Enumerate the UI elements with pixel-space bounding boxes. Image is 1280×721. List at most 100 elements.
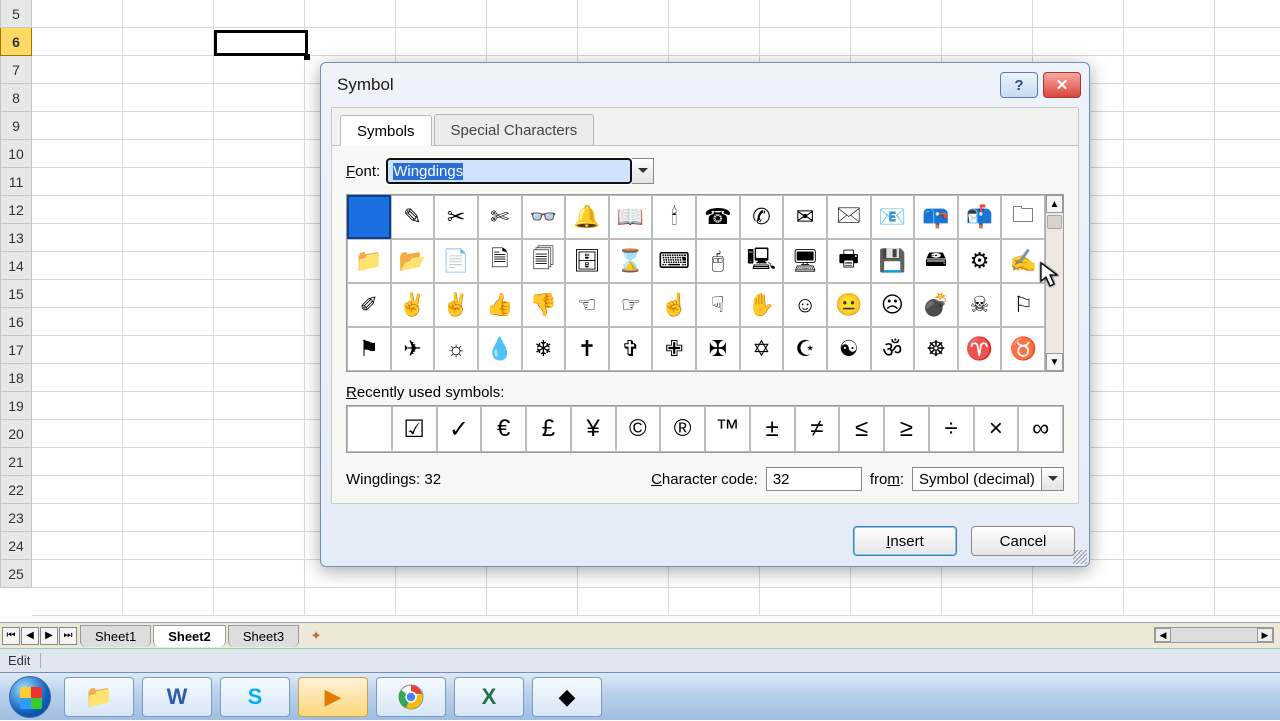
recent-symbol-cell[interactable]: ≥ bbox=[884, 406, 929, 452]
row-header[interactable]: 18 bbox=[0, 364, 32, 392]
row-header[interactable]: 11 bbox=[0, 168, 32, 196]
taskbar-other[interactable]: ◆ bbox=[532, 677, 602, 717]
symbol-cell[interactable]: ☟ bbox=[696, 283, 740, 327]
symbol-cell[interactable]: ✋ bbox=[740, 283, 784, 327]
fill-handle[interactable] bbox=[304, 54, 310, 60]
symbol-cell[interactable]: ✆ bbox=[740, 195, 784, 239]
sheet-nav-prev[interactable]: ◀ bbox=[21, 627, 39, 645]
symbol-cell[interactable]: 🕯 bbox=[652, 195, 696, 239]
symbol-cell[interactable]: ✠ bbox=[696, 327, 740, 371]
symbol-cell[interactable]: ॐ bbox=[871, 327, 915, 371]
symbol-cell[interactable]: ✄ bbox=[478, 195, 522, 239]
dialog-titlebar[interactable]: Symbol ? ✕ bbox=[321, 63, 1089, 107]
symbol-cell[interactable]: ⚙ bbox=[958, 239, 1002, 283]
selected-cell[interactable] bbox=[214, 30, 308, 56]
font-input[interactable] bbox=[386, 158, 632, 184]
new-sheet-button[interactable]: ✦ bbox=[305, 627, 327, 645]
resize-handle[interactable] bbox=[1073, 550, 1087, 564]
from-combo[interactable] bbox=[912, 467, 1064, 491]
font-combo[interactable] bbox=[386, 158, 654, 184]
symbol-cell[interactable]: ✎ bbox=[391, 195, 435, 239]
scroll-up-button[interactable]: ▲ bbox=[1046, 195, 1063, 213]
symbol-cell[interactable]: 💾 bbox=[871, 239, 915, 283]
row-header[interactable]: 7 bbox=[0, 56, 32, 84]
symbol-cell[interactable]: ✈ bbox=[391, 327, 435, 371]
symbol-cell[interactable]: ⚐ bbox=[1001, 283, 1045, 327]
recent-symbol-cell[interactable]: ≠ bbox=[795, 406, 840, 452]
symbol-cell[interactable]: 🖥 bbox=[783, 239, 827, 283]
symbol-cell[interactable]: 👍 bbox=[478, 283, 522, 327]
recent-symbol-cell[interactable]: € bbox=[481, 406, 526, 452]
symbol-cell[interactable]: ✍ bbox=[1001, 239, 1045, 283]
row-header[interactable]: 21 bbox=[0, 448, 32, 476]
row-header[interactable]: 8 bbox=[0, 84, 32, 112]
row-header[interactable]: 10 bbox=[0, 140, 32, 168]
horizontal-scrollbar[interactable]: ◀ ▶ bbox=[1154, 627, 1274, 643]
tab-special-characters[interactable]: Special Characters bbox=[434, 114, 595, 145]
symbol-cell[interactable]: 🖳 bbox=[740, 239, 784, 283]
symbol-cell[interactable]: 🖶 bbox=[827, 239, 871, 283]
recent-symbol-cell[interactable]: ™ bbox=[705, 406, 750, 452]
symbol-cell[interactable]: 📁 bbox=[347, 239, 391, 283]
symbol-cell[interactable]: 📖 bbox=[609, 195, 653, 239]
recent-symbol-cell[interactable]: ® bbox=[660, 406, 705, 452]
from-input[interactable] bbox=[912, 467, 1042, 491]
symbol-cell[interactable]: 🗎 bbox=[478, 239, 522, 283]
symbol-cell[interactable]: 📂 bbox=[391, 239, 435, 283]
sheet-nav-next[interactable]: ▶ bbox=[40, 627, 58, 645]
row-header[interactable]: 19 bbox=[0, 392, 32, 420]
row-header[interactable]: 9 bbox=[0, 112, 32, 140]
symbol-cell[interactable]: 🗐 bbox=[522, 239, 566, 283]
symbol-cell[interactable]: 🗄 bbox=[565, 239, 609, 283]
row-header[interactable]: 12 bbox=[0, 196, 32, 224]
recent-symbol-cell[interactable]: ∞ bbox=[1018, 406, 1063, 452]
symbol-cell[interactable]: 💣 bbox=[914, 283, 958, 327]
row-header[interactable]: 17 bbox=[0, 336, 32, 364]
sheet-tab[interactable]: Sheet3 bbox=[228, 625, 299, 647]
recent-symbol-cell[interactable]: £ bbox=[526, 406, 571, 452]
recent-symbol-cell[interactable] bbox=[347, 406, 392, 452]
taskbar-excel[interactable]: X bbox=[454, 677, 524, 717]
symbol-cell[interactable]: 🖰 bbox=[696, 239, 740, 283]
symbol-cell[interactable]: ✐ bbox=[347, 283, 391, 327]
close-button[interactable]: ✕ bbox=[1043, 72, 1081, 98]
symbol-cell[interactable]: ⌨ bbox=[652, 239, 696, 283]
cancel-button[interactable]: Cancel bbox=[971, 526, 1075, 556]
symbol-cell[interactable]: 📧 bbox=[871, 195, 915, 239]
sheet-tab[interactable]: Sheet2 bbox=[153, 625, 226, 647]
symbol-cell[interactable]: 📪 bbox=[914, 195, 958, 239]
symbol-cell[interactable]: ♉ bbox=[1001, 327, 1045, 371]
recent-symbol-cell[interactable]: ÷ bbox=[929, 406, 974, 452]
row-header[interactable]: 5 bbox=[0, 0, 32, 28]
start-button[interactable] bbox=[0, 673, 60, 721]
sheet-nav-last[interactable]: ⏭ bbox=[59, 627, 77, 645]
symbol-cell[interactable]: 🖂 bbox=[827, 195, 871, 239]
row-header[interactable]: 25 bbox=[0, 560, 32, 588]
row-header[interactable]: 22 bbox=[0, 476, 32, 504]
symbol-cell[interactable]: ☎ bbox=[696, 195, 740, 239]
symbol-cell[interactable]: 👓 bbox=[522, 195, 566, 239]
row-header[interactable]: 15 bbox=[0, 280, 32, 308]
row-header[interactable]: 20 bbox=[0, 420, 32, 448]
symbol-cell[interactable]: ☸ bbox=[914, 327, 958, 371]
recent-symbol-cell[interactable]: © bbox=[616, 406, 661, 452]
symbol-cell[interactable]: 🖴 bbox=[914, 239, 958, 283]
recent-symbol-cell[interactable]: ✓ bbox=[437, 406, 482, 452]
sheet-nav-first[interactable]: ⏮ bbox=[2, 627, 20, 645]
symbol-cell[interactable]: 🔔 bbox=[565, 195, 609, 239]
symbol-cell[interactable]: ✝ bbox=[565, 327, 609, 371]
symbol-cell[interactable]: ✉ bbox=[783, 195, 827, 239]
symbol-cell[interactable]: ♈ bbox=[958, 327, 1002, 371]
symbol-cell[interactable] bbox=[347, 195, 391, 239]
symbol-cell[interactable]: 📄 bbox=[434, 239, 478, 283]
symbol-cell[interactable]: 😐 bbox=[827, 283, 871, 327]
taskbar-media[interactable]: ▶ bbox=[298, 677, 368, 717]
symbol-cell[interactable]: 🗀 bbox=[1001, 195, 1045, 239]
row-header[interactable]: 24 bbox=[0, 532, 32, 560]
symbol-cell[interactable]: 📬 bbox=[958, 195, 1002, 239]
taskbar-skype[interactable]: S bbox=[220, 677, 290, 717]
row-header[interactable]: 16 bbox=[0, 308, 32, 336]
font-dropdown-button[interactable] bbox=[632, 158, 654, 184]
symbol-cell[interactable]: ☺ bbox=[783, 283, 827, 327]
recent-symbol-cell[interactable]: ± bbox=[750, 406, 795, 452]
